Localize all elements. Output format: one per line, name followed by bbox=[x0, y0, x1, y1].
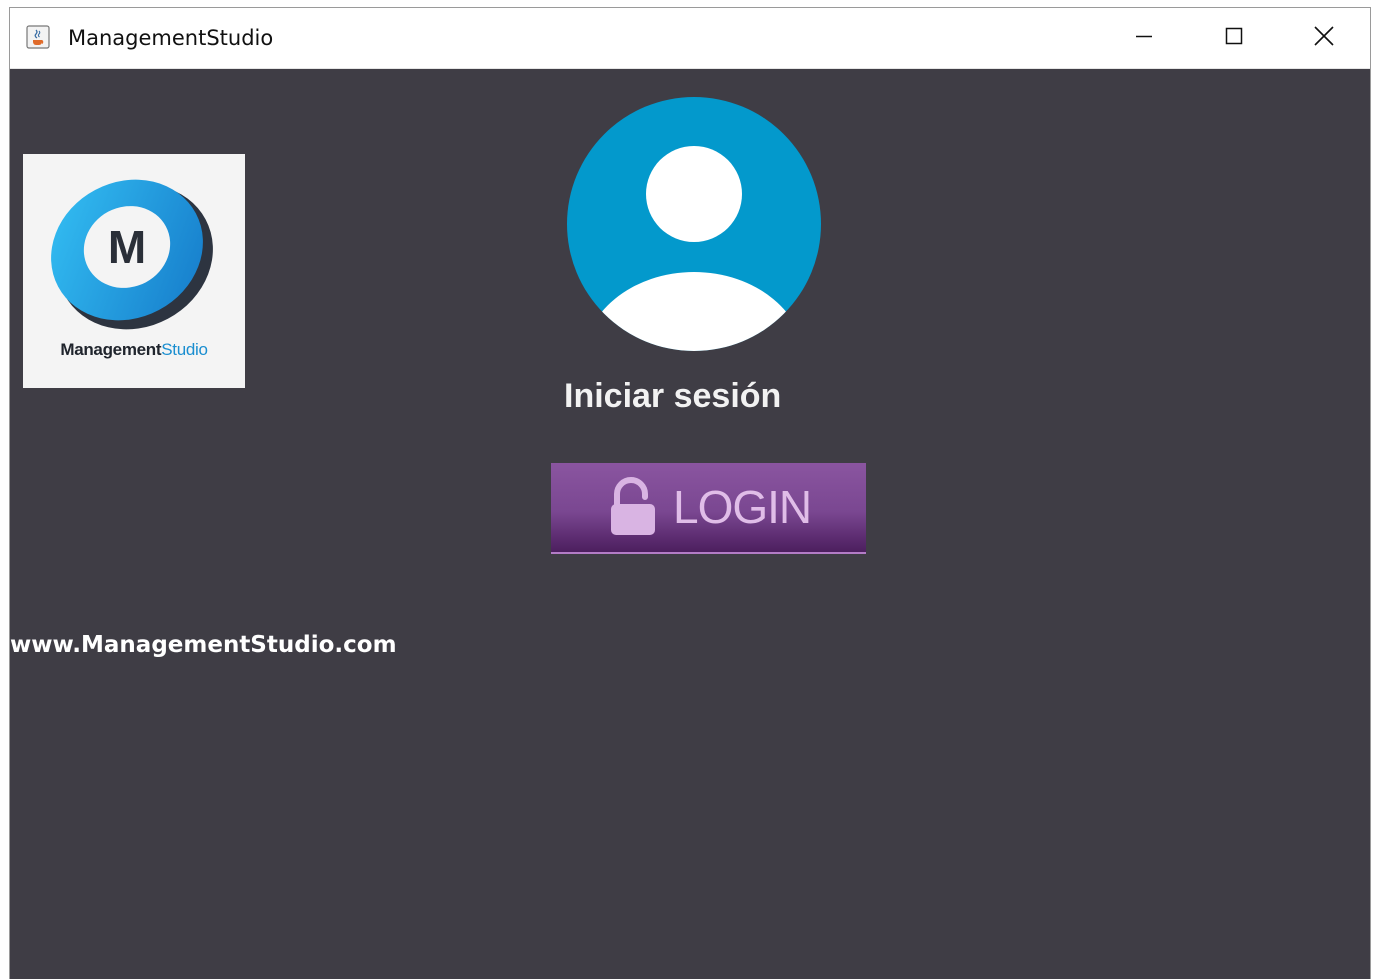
logo-wordmark-accent: Studio bbox=[161, 340, 208, 359]
window-title: ManagementStudio bbox=[68, 26, 274, 50]
login-button[interactable]: LOGIN bbox=[551, 463, 866, 554]
logo-letter: M bbox=[108, 221, 146, 273]
logo-emblem-icon: M bbox=[51, 179, 213, 330]
minimize-icon bbox=[1134, 26, 1154, 50]
maximize-icon bbox=[1224, 26, 1244, 50]
website-link: www.ManagementStudio.com bbox=[10, 632, 397, 658]
unlock-icon bbox=[609, 477, 659, 541]
management-studio-logo: M ManagementStudio bbox=[23, 154, 245, 388]
minimize-button[interactable] bbox=[1099, 8, 1189, 68]
logo-wordmark-main: Management bbox=[60, 340, 162, 359]
maximize-button[interactable] bbox=[1189, 8, 1279, 68]
logo-wordmark: ManagementStudio bbox=[23, 340, 245, 360]
close-button[interactable] bbox=[1279, 8, 1369, 68]
signin-heading: Iniciar sesión bbox=[564, 377, 782, 415]
java-cup-icon bbox=[26, 25, 50, 49]
user-avatar-icon bbox=[566, 96, 822, 352]
login-panel: M ManagementStudio Iniciar sesión LOGIN … bbox=[10, 68, 1370, 979]
title-bar[interactable]: ManagementStudio bbox=[10, 8, 1370, 69]
login-button-label: LOGIN bbox=[673, 481, 812, 533]
close-icon bbox=[1313, 25, 1335, 51]
app-window: ManagementStudio M ManagementStudio Inic… bbox=[10, 8, 1370, 979]
